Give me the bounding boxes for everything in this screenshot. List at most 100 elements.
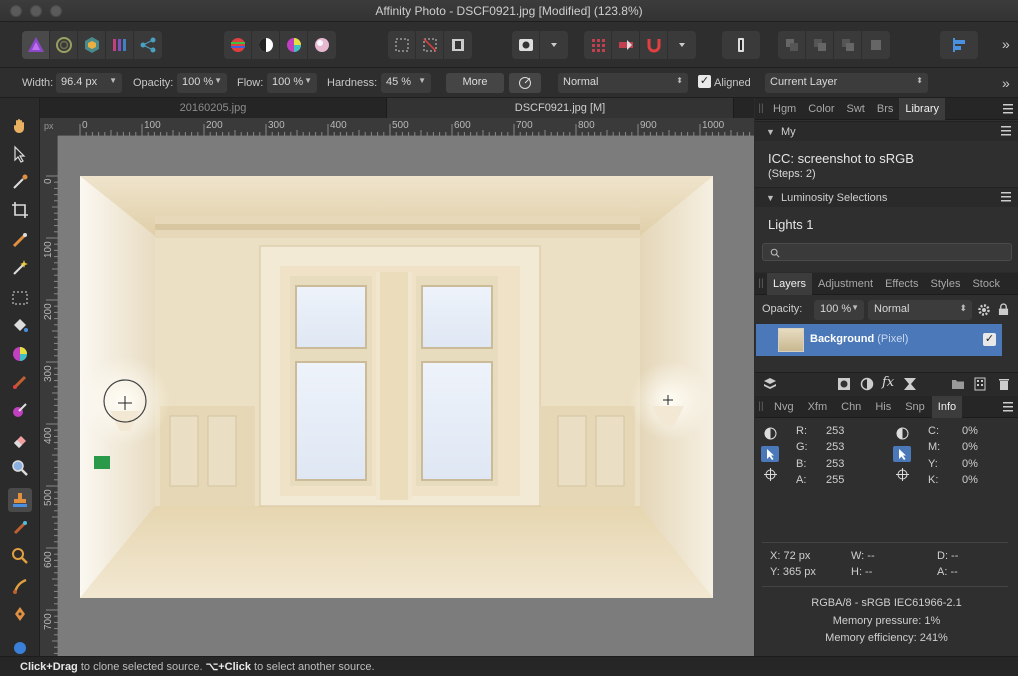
tab-styles[interactable]: Styles xyxy=(925,273,967,295)
source-select[interactable]: Current Layer ⬍ xyxy=(765,73,928,93)
tab-effects[interactable]: Effects xyxy=(879,273,924,295)
context-overflow-icon[interactable]: » xyxy=(1002,75,1010,91)
info-mode-icon-2[interactable] xyxy=(893,425,911,441)
select-all-button[interactable] xyxy=(388,31,416,59)
force-pixel-alignment-button[interactable] xyxy=(612,31,640,59)
blend-mode-select[interactable]: Normal ⬍ xyxy=(558,73,688,93)
library-section-my[interactable]: ▼ My xyxy=(755,121,1018,141)
erase-brush-tool[interactable] xyxy=(8,428,32,452)
paint-brush-tool[interactable] xyxy=(8,370,32,394)
assistant-button[interactable] xyxy=(722,31,760,59)
grip-icon[interactable]: || xyxy=(755,273,767,295)
marquee-tool[interactable] xyxy=(8,286,32,310)
view-tool[interactable] xyxy=(8,114,32,138)
mask-layer-icon[interactable] xyxy=(837,377,851,391)
vertical-ruler[interactable]: 0 100 200 300 400 500 600 700 xyxy=(40,136,58,656)
info-target-icon-2[interactable] xyxy=(893,466,911,482)
tab-swatches[interactable]: Swt xyxy=(841,98,871,120)
photo-persona-button[interactable] xyxy=(22,31,50,59)
snapping-button[interactable] xyxy=(640,31,668,59)
tab-channels[interactable]: Chn xyxy=(834,396,868,418)
library-section-luminosity[interactable]: ▼ Luminosity Selections xyxy=(755,187,1018,207)
add-pixel-layer-icon[interactable] xyxy=(973,377,987,391)
color-picker-tool[interactable] xyxy=(8,170,32,194)
zoom-tool[interactable] xyxy=(8,456,32,480)
move-to-back-button[interactable] xyxy=(778,31,806,59)
tab-brushes[interactable]: Brs xyxy=(871,98,900,120)
levels-button[interactable] xyxy=(224,31,252,59)
export-persona-button[interactable] xyxy=(134,31,162,59)
move-to-front-button[interactable] xyxy=(862,31,890,59)
mask-dropdown-button[interactable] xyxy=(540,31,568,59)
lock-icon[interactable] xyxy=(998,303,1009,316)
quick-mask-button[interactable] xyxy=(512,31,540,59)
flow-field[interactable]: 100 % ▼ xyxy=(267,73,317,93)
gradient-tool[interactable] xyxy=(8,342,32,366)
white-balance-button[interactable] xyxy=(252,31,280,59)
minimize-button[interactable] xyxy=(30,5,42,17)
document-image[interactable] xyxy=(80,176,713,598)
tone-mapping-persona-button[interactable] xyxy=(106,31,134,59)
develop-persona-button[interactable] xyxy=(78,31,106,59)
inpainting-tool[interactable] xyxy=(8,516,32,540)
selection-brush-tool[interactable] xyxy=(8,228,32,252)
gear-icon[interactable] xyxy=(977,303,991,317)
tab-snapshots[interactable]: Snp xyxy=(898,396,932,418)
deselect-button[interactable] xyxy=(416,31,444,59)
opacity-field[interactable]: 100 % ▼ xyxy=(177,73,227,93)
tab-color[interactable]: Color xyxy=(802,98,840,120)
layer-row-background[interactable]: Background (Pixel) ✓ xyxy=(756,324,1002,356)
panel-menu-icon[interactable] xyxy=(1000,396,1018,418)
align-button[interactable] xyxy=(940,31,978,59)
width-field[interactable]: 96.4 px ▼ xyxy=(56,73,122,93)
section-menu-icon[interactable] xyxy=(998,120,1016,142)
live-filter-icon[interactable] xyxy=(903,377,917,391)
zoom-button[interactable] xyxy=(50,5,62,17)
hsl-button[interactable] xyxy=(280,31,308,59)
smudge-tool[interactable] xyxy=(8,574,32,598)
tab-transform[interactable]: Xfm xyxy=(801,396,835,418)
trash-icon[interactable] xyxy=(997,377,1011,391)
close-button[interactable] xyxy=(10,5,22,17)
pen-tool[interactable] xyxy=(8,602,32,626)
doc-tab-2[interactable]: DSCF0921.jpg [M] xyxy=(387,98,734,118)
tab-history[interactable]: His xyxy=(868,396,898,418)
more-button[interactable]: More xyxy=(446,73,504,93)
aligned-checkbox[interactable]: ✓ xyxy=(698,75,711,88)
info-pointer-icon-2[interactable] xyxy=(893,446,911,462)
adjustment-layer-icon[interactable] xyxy=(860,377,874,391)
flood-select-tool[interactable] xyxy=(8,256,32,280)
layer-blend-select[interactable]: Normal ⬍ xyxy=(868,300,972,320)
tab-layers[interactable]: Layers xyxy=(767,272,813,295)
dodge-tool[interactable] xyxy=(8,544,32,568)
color-replacement-tool[interactable] xyxy=(8,398,32,422)
clone-brush-tool[interactable] xyxy=(8,488,32,512)
recolor-button[interactable] xyxy=(308,31,336,59)
layer-opacity-field[interactable]: 100 % ▼ xyxy=(814,300,864,320)
crop-tool[interactable] xyxy=(8,198,32,222)
move-tool[interactable] xyxy=(8,142,32,166)
snapping-dropdown-button[interactable] xyxy=(668,31,696,59)
tab-info[interactable]: Info xyxy=(931,395,963,418)
library-search-input[interactable] xyxy=(762,243,1012,261)
panel-menu-icon[interactable] xyxy=(1000,98,1018,120)
move-forward-one-button[interactable] xyxy=(834,31,862,59)
tab-stock[interactable]: Stock xyxy=(966,273,1006,295)
tab-navigator[interactable]: Nvg xyxy=(767,396,801,418)
canvas[interactable] xyxy=(58,136,754,656)
layer-visibility-checkbox[interactable]: ✓ xyxy=(983,333,996,346)
luminosity-item[interactable]: Lights 1 xyxy=(768,217,814,232)
grip-icon[interactable]: || xyxy=(755,98,767,120)
info-pointer-icon[interactable] xyxy=(761,446,779,462)
folder-icon[interactable] xyxy=(951,377,965,391)
grip-icon[interactable]: || xyxy=(755,396,767,418)
doc-tab-1[interactable]: 20160205.jpg xyxy=(40,98,387,118)
tab-library[interactable]: Library xyxy=(899,97,945,120)
hardness-field[interactable]: 45 % ▼ xyxy=(381,73,431,93)
invert-selection-button[interactable] xyxy=(444,31,472,59)
pixel-grid-button[interactable] xyxy=(584,31,612,59)
section-menu-icon[interactable] xyxy=(998,186,1016,208)
fill-tool[interactable] xyxy=(8,314,32,338)
shape-tool[interactable] xyxy=(8,634,32,658)
liquify-persona-button[interactable] xyxy=(50,31,78,59)
